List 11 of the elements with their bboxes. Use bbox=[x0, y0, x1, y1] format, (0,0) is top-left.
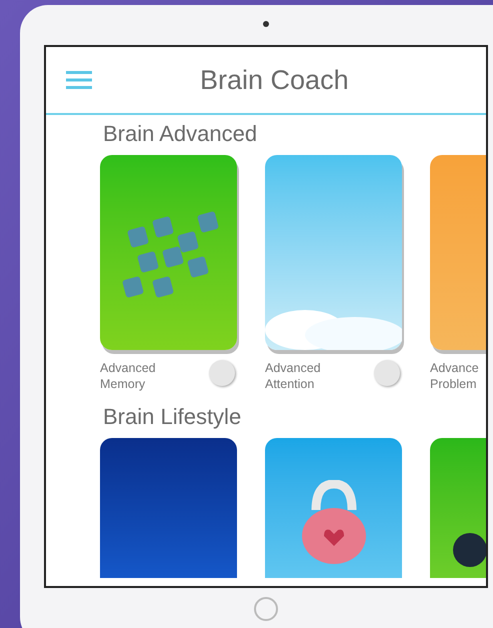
camera-icon bbox=[263, 21, 269, 27]
app-title: Brain Coach bbox=[200, 64, 349, 97]
select-toggle[interactable] bbox=[209, 360, 235, 386]
menu-icon[interactable] bbox=[66, 70, 92, 90]
home-button[interactable] bbox=[254, 597, 278, 621]
card-label: Advanced Attention bbox=[265, 360, 322, 392]
section-title: Brain Lifestyle bbox=[103, 404, 242, 430]
card-label: Advance Problem bbox=[430, 360, 480, 392]
select-toggle[interactable] bbox=[374, 360, 400, 386]
section-title: Brain Advanced bbox=[103, 121, 258, 147]
card-label: Advanced Memory bbox=[100, 360, 157, 392]
